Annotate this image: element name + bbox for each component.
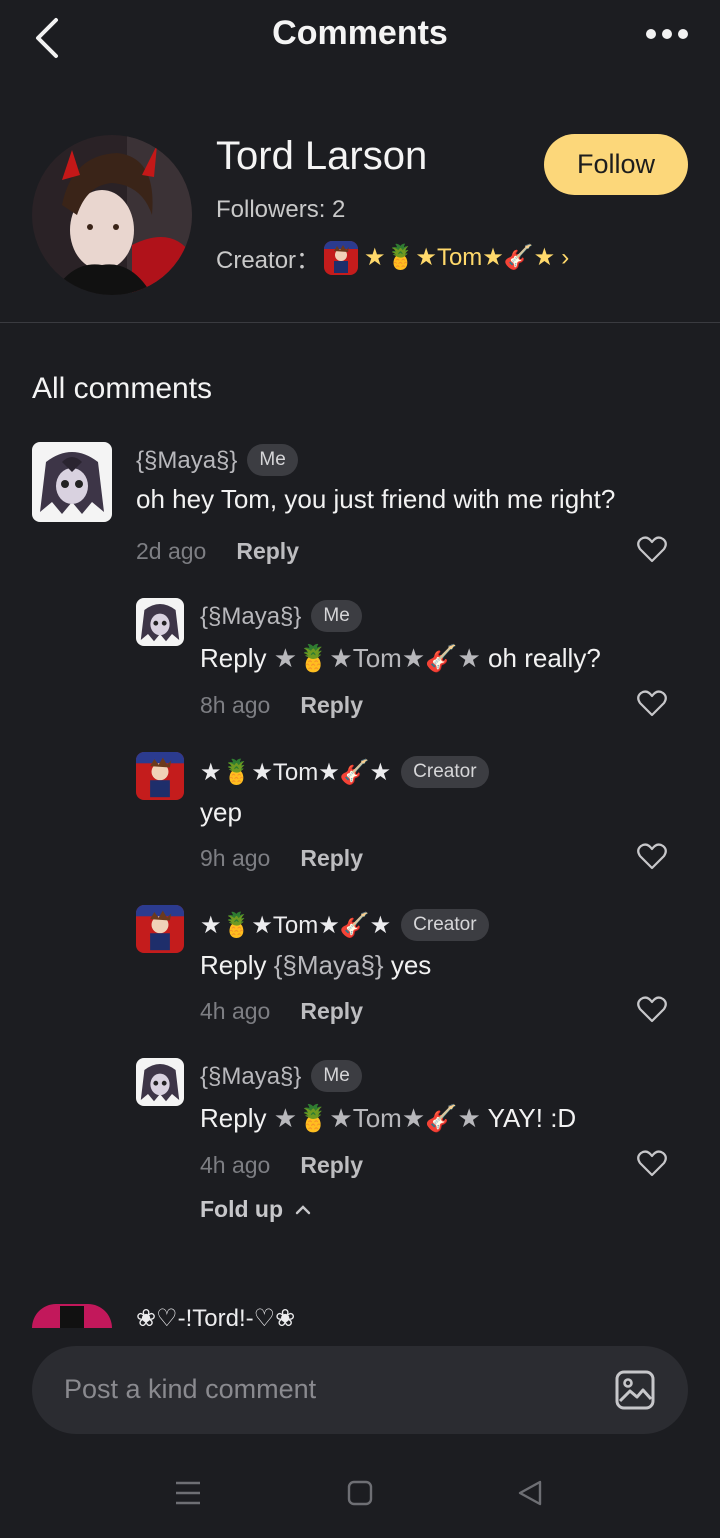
creator-link[interactable]: Creator： ★🍍★Tom★🎸★ › bbox=[216, 240, 569, 275]
reply-meta: 8h ago Reply bbox=[200, 692, 363, 719]
creator-badge: Creator bbox=[401, 756, 489, 788]
reply-time: 8h ago bbox=[200, 692, 271, 718]
page-title: Comments bbox=[272, 14, 448, 52]
followers-count: Followers: 2 bbox=[216, 196, 346, 223]
me-badge: Me bbox=[247, 444, 298, 476]
reply-time: 9h ago bbox=[200, 845, 271, 871]
heart-icon bbox=[637, 690, 667, 717]
chevron-right-icon: › bbox=[561, 243, 570, 271]
comment-username: ❀♡-!Tord!-♡❀ bbox=[136, 1305, 296, 1328]
chevron-up-icon bbox=[295, 1204, 311, 1214]
like-button[interactable] bbox=[637, 995, 667, 1028]
creator-name: ★🍍★Tom★🎸★ bbox=[364, 244, 556, 271]
more-horizontal-icon bbox=[646, 29, 688, 39]
commenter-avatar[interactable] bbox=[32, 442, 112, 522]
creator-badge: Creator bbox=[401, 909, 489, 941]
reply-time: 4h ago bbox=[200, 998, 271, 1024]
creator-avatar bbox=[324, 240, 359, 275]
heart-icon bbox=[637, 1150, 667, 1177]
home-button[interactable] bbox=[346, 1478, 374, 1513]
follow-button[interactable]: Follow bbox=[544, 134, 688, 195]
comment-username: {§Maya§} Me bbox=[136, 444, 298, 476]
reply-text: Reply ★🍍★Tom★🎸★ YAY! :D bbox=[200, 1103, 577, 1133]
reply-meta: 4h ago Reply bbox=[200, 998, 363, 1025]
reply-text: Reply ★🍍★Tom★🎸★ oh really? bbox=[200, 643, 601, 673]
reply-avatar[interactable] bbox=[136, 1058, 184, 1106]
square-icon bbox=[347, 1480, 373, 1506]
heart-icon bbox=[637, 996, 667, 1023]
reply-username: ★🍍★Tom★🎸★ Creator bbox=[200, 909, 489, 941]
mention[interactable]: ★🍍★Tom★🎸★ bbox=[274, 1103, 481, 1133]
divider bbox=[0, 322, 720, 323]
reply-button[interactable]: Reply bbox=[300, 692, 363, 719]
reply-time: 4h ago bbox=[200, 1152, 271, 1178]
mention[interactable]: {§Maya§} bbox=[274, 950, 384, 980]
comments-section-title: All comments bbox=[32, 372, 213, 405]
triangle-back-icon bbox=[518, 1480, 542, 1506]
like-button[interactable] bbox=[637, 842, 667, 875]
reply-username: {§Maya§} Me bbox=[200, 1060, 362, 1092]
profile-avatar[interactable] bbox=[32, 135, 192, 295]
comment-input-placeholder: Post a kind comment bbox=[64, 1374, 317, 1404]
more-options-button[interactable] bbox=[642, 26, 692, 42]
reply-text: Reply {§Maya§} yes bbox=[200, 950, 432, 980]
comment-time: 2d ago bbox=[136, 538, 207, 564]
reply-avatar[interactable] bbox=[136, 598, 184, 646]
reply-button[interactable]: Reply bbox=[300, 845, 363, 872]
reply-username: ★🍍★Tom★🎸★ Creator bbox=[200, 756, 489, 788]
me-badge: Me bbox=[311, 600, 362, 632]
menu-icon bbox=[176, 1481, 200, 1505]
reply-avatar[interactable] bbox=[136, 905, 184, 953]
recent-apps-button[interactable] bbox=[174, 1478, 202, 1513]
reply-meta: 9h ago Reply bbox=[200, 845, 363, 872]
reply-avatar[interactable] bbox=[136, 752, 184, 800]
heart-icon bbox=[637, 536, 667, 563]
system-back-button[interactable] bbox=[516, 1478, 544, 1513]
comment-text: oh hey Tom, you just friend with me righ… bbox=[136, 484, 616, 514]
me-badge: Me bbox=[311, 1060, 362, 1092]
fold-up-button[interactable]: Fold up bbox=[200, 1196, 311, 1223]
reply-text: yep bbox=[200, 797, 242, 827]
commenter-avatar[interactable] bbox=[32, 1304, 112, 1328]
reply-button[interactable]: Reply bbox=[300, 998, 363, 1025]
profile-name: Tord Larson bbox=[216, 134, 428, 178]
reply-username: {§Maya§} Me bbox=[200, 600, 362, 632]
like-button[interactable] bbox=[637, 689, 667, 722]
comment-meta: 2d ago Reply bbox=[136, 538, 299, 565]
image-upload-button[interactable] bbox=[614, 1369, 656, 1416]
like-button[interactable] bbox=[637, 535, 667, 568]
reply-button[interactable]: Reply bbox=[236, 538, 299, 565]
like-button[interactable] bbox=[637, 1149, 667, 1182]
image-icon bbox=[615, 1370, 655, 1410]
reply-button[interactable]: Reply bbox=[300, 1152, 363, 1179]
reply-meta: 4h ago Reply bbox=[200, 1152, 363, 1179]
heart-icon bbox=[637, 843, 667, 870]
mention[interactable]: ★🍍★Tom★🎸★ bbox=[274, 643, 481, 673]
creator-label: Creator： bbox=[216, 247, 321, 274]
